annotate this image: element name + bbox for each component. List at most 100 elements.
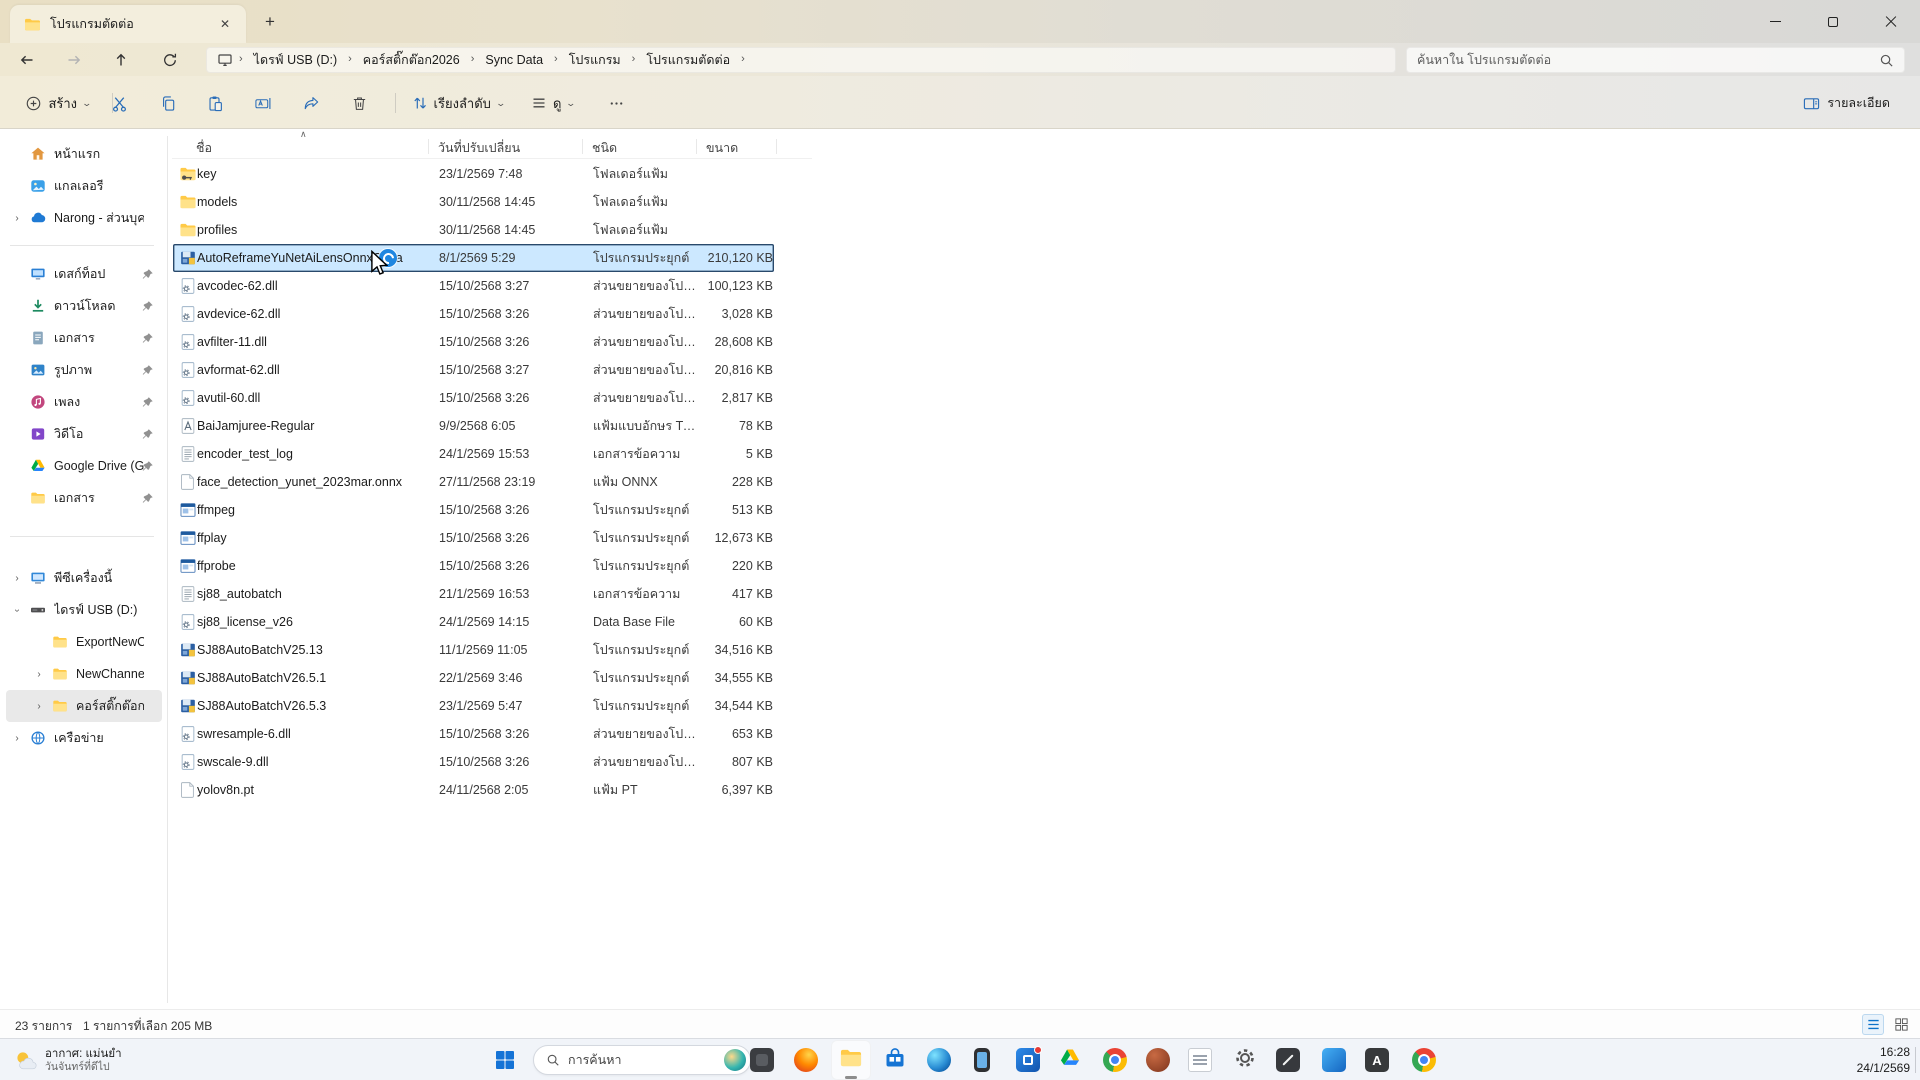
taskbar-app-firefox-icon[interactable] <box>786 1040 826 1080</box>
file-row-face_detection_yunet_2023mar.onnx[interactable]: face_detection_yunet_2023mar.onnx27/11/2… <box>173 468 774 496</box>
show-desktop-button[interactable] <box>1915 1047 1920 1073</box>
cut-button[interactable] <box>101 85 137 121</box>
sidebar-item-ไดรฟ์-USB-(D:)[interactable]: ›ไดรฟ์ USB (D:) <box>6 594 162 626</box>
share-button[interactable] <box>293 85 329 121</box>
back-button[interactable] <box>14 47 40 73</box>
sidebar-item-Google-Drive-(G:)[interactable]: Google Drive (G:) <box>6 450 162 482</box>
taskbar-app-settings-gear-icon[interactable] <box>1225 1040 1265 1080</box>
copy-button[interactable] <box>150 85 186 121</box>
explorer-tab[interactable]: โปรแกรมตัดต่อ ✕ <box>10 5 246 43</box>
taskbar-app-chrome-icon[interactable] <box>1404 1040 1444 1080</box>
file-row-profiles[interactable]: profiles30/11/2568 14:45โฟลเดอร์แฟ้ม <box>173 216 774 244</box>
sidebar-item-เดสก์ท็อป[interactable]: เดสก์ท็อป <box>6 258 162 290</box>
file-row-swscale-9.dll[interactable]: swscale-9.dll15/10/2568 3:26ส่วนขยายของโ… <box>173 748 774 776</box>
taskbar-app-pen-app-icon[interactable] <box>1268 1040 1308 1080</box>
breadcrumb-segment[interactable]: คอร์สติ๊กต๊อก2026 <box>356 48 467 72</box>
taskbar-app-chrome-icon[interactable] <box>1095 1040 1135 1080</box>
column-header-date[interactable]: วันที่ปรับเปลี่ยน <box>438 138 520 158</box>
file-row-avcodec-62.dll[interactable]: avcodec-62.dll15/10/2568 3:27ส่วนขยายของ… <box>173 272 774 300</box>
taskbar-app-google-drive-icon[interactable] <box>1050 1040 1090 1080</box>
taskbar-app-blue-square-app-icon[interactable] <box>1314 1040 1354 1080</box>
taskbar-app-microsoft-store-icon[interactable] <box>875 1040 915 1080</box>
refresh-button[interactable] <box>157 47 183 73</box>
taskbar-app-brown-app-icon[interactable] <box>1138 1040 1178 1080</box>
tab-close-icon[interactable]: ✕ <box>214 13 236 35</box>
search-box[interactable]: ค้นหาใน โปรแกรมตัดต่อ <box>1406 47 1905 73</box>
taskbar-app-file-explorer-icon[interactable] <box>831 1040 871 1080</box>
start-button[interactable] <box>485 1040 525 1080</box>
breadcrumb[interactable]: ›ไดรฟ์ USB (D:)›คอร์สติ๊กต๊อก2026›Sync D… <box>206 47 1396 73</box>
breadcrumb-segment[interactable]: โปรแกรมตัดต่อ <box>639 48 737 72</box>
file-row-ffmpeg[interactable]: ffmpeg15/10/2568 3:26โปรแกรมประยุกต์513 … <box>173 496 774 524</box>
file-row-encoder_test_log[interactable]: encoder_test_log24/1/2569 15:53เอกสารข้อ… <box>173 440 774 468</box>
sidebar-item-ดาวน์โหลด[interactable]: ดาวน์โหลด <box>6 290 162 322</box>
sidebar-item-วิดีโอ[interactable]: วิดีโอ <box>6 418 162 450</box>
sidebar-item-เพลง[interactable]: เพลง <box>6 386 162 418</box>
details-pane-button[interactable]: รายละเอียด <box>1795 85 1898 121</box>
tree-expander-icon[interactable]: › <box>10 573 24 584</box>
sort-button[interactable]: เรียงลำดับ⌄ <box>406 85 510 121</box>
file-row-BaiJamjuree-Regular[interactable]: BaiJamjuree-Regular9/9/2568 6:05แฟ้มแบบอ… <box>173 412 774 440</box>
large-icons-view-toggle[interactable] <box>1890 1014 1912 1035</box>
tree-expander-icon[interactable]: › <box>10 733 24 744</box>
file-row-sj88_license_v26[interactable]: sj88_license_v2624/1/2569 14:15Data Base… <box>173 608 774 636</box>
file-row-yolov8n.pt[interactable]: yolov8n.pt24/11/2568 2:05แฟ้ม PT6,397 KB <box>173 776 774 804</box>
details-view-toggle[interactable] <box>1862 1014 1884 1035</box>
file-row-ffplay[interactable]: ffplay15/10/2568 3:26โปรแกรมประยุกต์12,6… <box>173 524 774 552</box>
maximize-button[interactable] <box>1804 0 1862 43</box>
sidebar-item-Narong---ส่วนบุคคล[interactable]: ›Narong - ส่วนบุคคล <box>6 202 162 234</box>
file-row-SJ88AutoBatchV26.5.3[interactable]: SJ88AutoBatchV26.5.323/1/2569 5:47โปรแกร… <box>173 692 774 720</box>
breadcrumb-chevron-icon[interactable]: › <box>737 53 749 65</box>
column-header-name[interactable]: ชื่อ <box>196 138 212 158</box>
taskbar-app-a-dark-app-icon[interactable]: A <box>1357 1040 1397 1080</box>
file-row-models[interactable]: models30/11/2568 14:45โฟลเดอร์แฟ้ม <box>173 188 774 216</box>
sidebar-item-เอกสาร[interactable]: เอกสาร <box>6 482 162 514</box>
forward-button[interactable] <box>61 47 87 73</box>
minimize-button[interactable] <box>1746 0 1804 43</box>
file-row-SJ88AutoBatchV25.13[interactable]: SJ88AutoBatchV25.1311/1/2569 11:05โปรแกร… <box>173 636 774 664</box>
sidebar-item-เอกสาร[interactable]: เอกสาร <box>6 322 162 354</box>
file-row-sj88_autobatch[interactable]: sj88_autobatch21/1/2569 16:53เอกสารข้อคว… <box>173 580 774 608</box>
file-row-SJ88AutoBatchV26.5.1[interactable]: SJ88AutoBatchV26.5.122/1/2569 3:46โปรแกร… <box>173 664 774 692</box>
paste-button[interactable] <box>197 85 233 121</box>
file-row-avdevice-62.dll[interactable]: avdevice-62.dll15/10/2568 3:26ส่วนขยายขอ… <box>173 300 774 328</box>
taskbar-app-blue-app-icon[interactable] <box>1008 1040 1048 1080</box>
file-row-ffprobe[interactable]: ffprobe15/10/2568 3:26โปรแกรมประยุกต์220… <box>173 552 774 580</box>
tree-expander-icon[interactable]: › <box>10 213 24 224</box>
tree-expander-icon[interactable]: › <box>32 701 46 712</box>
taskbar-app-edge-icon[interactable] <box>919 1040 959 1080</box>
taskbar-app-dark-app-icon[interactable] <box>742 1040 782 1080</box>
taskbar-clock[interactable]: 16:28 24/1/2569 <box>1857 1044 1910 1076</box>
column-header-size[interactable]: ขนาด <box>706 138 738 158</box>
rename-button[interactable] <box>245 85 281 121</box>
tree-expander-icon[interactable]: › <box>32 669 46 680</box>
sidebar-item-คอร์สติ๊กต๊อก2026[interactable]: ›คอร์สติ๊กต๊อก2026 <box>6 690 162 722</box>
more-options-button[interactable] <box>598 85 634 121</box>
file-row-avformat-62.dll[interactable]: avformat-62.dll15/10/2568 3:27ส่วนขยายขอ… <box>173 356 774 384</box>
file-row-key[interactable]: key23/1/2569 7:48โฟลเดอร์แฟ้ม <box>173 160 774 188</box>
breadcrumb-segment[interactable]: โปรแกรม <box>562 48 628 72</box>
sidebar-item-เครือข่าย[interactable]: ›เครือข่าย <box>6 722 162 754</box>
view-button[interactable]: ดู⌄ <box>522 85 584 121</box>
sidebar-item-พีซีเครื่องนี้[interactable]: ›พีซีเครื่องนี้ <box>6 562 162 594</box>
taskbar-app-notepad-icon[interactable] <box>1180 1040 1220 1080</box>
close-button[interactable] <box>1862 0 1920 43</box>
weather-widget[interactable]: อากาศ: แม่นยำ วันจันทร์ที่ดีไป <box>6 1042 128 1078</box>
tree-expander-icon[interactable]: › <box>12 603 23 617</box>
sidebar-item-แกลเลอรี[interactable]: แกลเลอรี <box>6 170 162 202</box>
taskbar-app-phone-link-icon[interactable] <box>962 1040 1002 1080</box>
sidebar-item-หน้าแรก[interactable]: หน้าแรก <box>6 138 162 170</box>
file-row-avutil-60.dll[interactable]: avutil-60.dll15/10/2568 3:26ส่วนขยายของโ… <box>173 384 774 412</box>
sidebar-item-NewChannel[interactable]: ›NewChannel <box>6 658 162 690</box>
sidebar-item-รูปภาพ[interactable]: รูปภาพ <box>6 354 162 386</box>
new-tab-button[interactable]: + <box>258 10 282 34</box>
file-row-avfilter-11.dll[interactable]: avfilter-11.dll15/10/2568 3:26ส่วนขยายขอ… <box>173 328 774 356</box>
breadcrumb-segment[interactable]: Sync Data <box>478 51 550 69</box>
file-row-swresample-6.dll[interactable]: swresample-6.dll15/10/2568 3:26ส่วนขยายข… <box>173 720 774 748</box>
taskbar-search-box[interactable]: การค้นหา <box>533 1045 751 1075</box>
column-header-type[interactable]: ชนิด <box>592 138 617 158</box>
new-button[interactable]: สร้าง⌄ <box>14 85 102 121</box>
up-button[interactable] <box>108 47 134 73</box>
file-row-AutoReframeYuNetAiLensOnnxCuda[interactable]: AutoReframeYuNetAiLensOnnxCuda8/1/2569 5… <box>173 244 774 272</box>
sidebar-item-ExportNewChanel[interactable]: ExportNewChanel <box>6 626 162 658</box>
